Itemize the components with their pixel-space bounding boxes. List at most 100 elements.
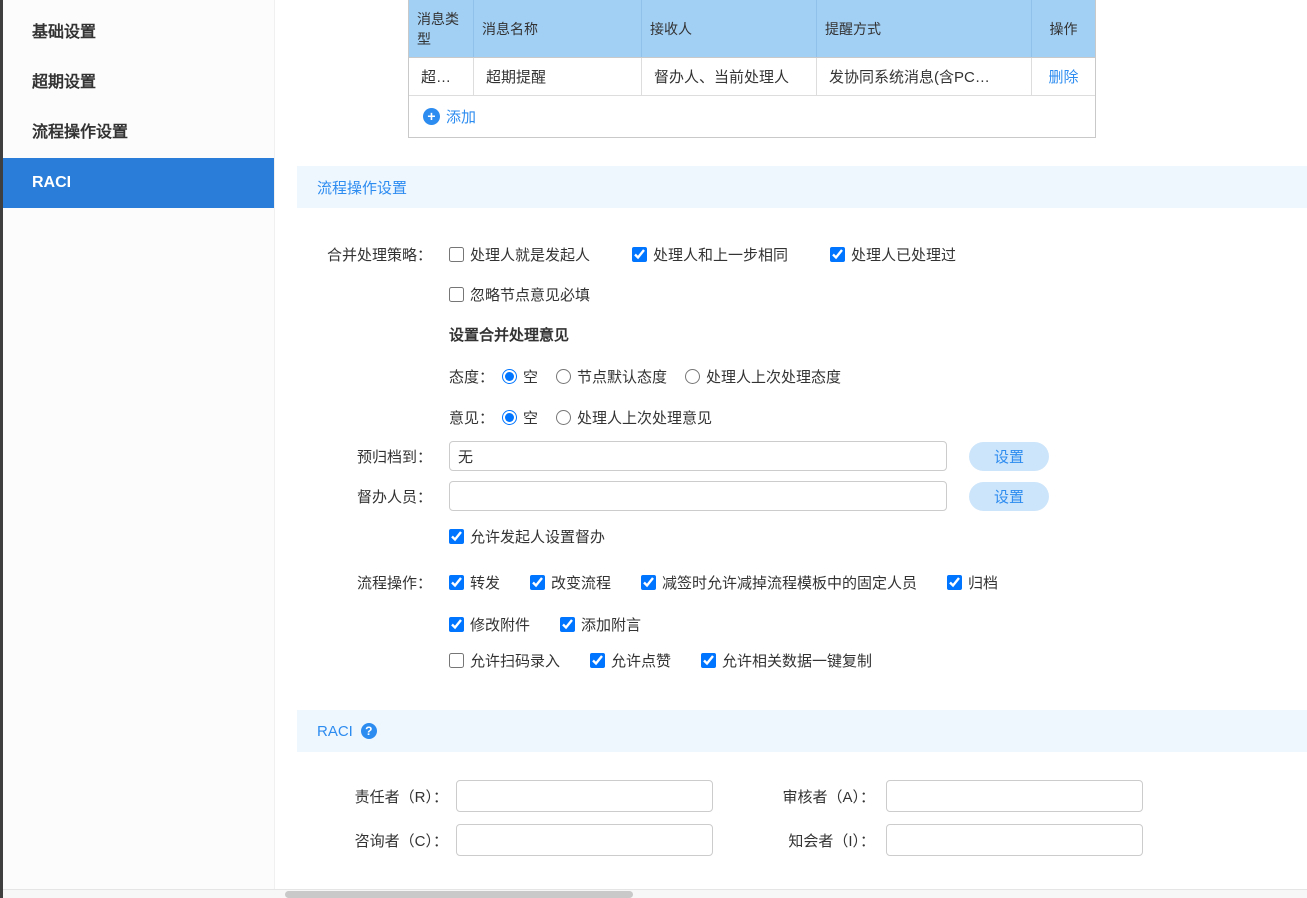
table-header-message-name: 消息名称: [474, 0, 642, 57]
checkbox-allow-scan-entry-input[interactable]: [449, 653, 464, 668]
table-header-remind-method: 提醒方式: [817, 0, 1032, 57]
merge-strategy-label: 合并处理策略：: [297, 244, 449, 265]
raci-informed-label: 知会者（I）：: [713, 830, 886, 851]
checkbox-label: 处理人和上一步相同: [653, 244, 788, 265]
checkbox-reduce-sign-fixed-members-input[interactable]: [641, 575, 656, 590]
checkbox-ignore-node-opinion-required-input[interactable]: [449, 287, 464, 302]
raci-form: 责任者（R）： 审核者（A）： 咨询者（C）： 知会者（I）：: [276, 780, 1307, 856]
checkbox-label: 添加附言: [581, 614, 641, 635]
scrollbar-thumb[interactable]: [285, 891, 633, 898]
section-title-process-operations: 流程操作设置: [317, 177, 407, 198]
checkbox-handler-is-initiator-input[interactable]: [449, 247, 464, 262]
checkbox-label: 允许扫码录入: [470, 650, 560, 671]
radio-label: 处理人上次处理态度: [706, 366, 841, 387]
raci-accountable-input[interactable]: [886, 780, 1143, 812]
checkbox-handler-already-handled[interactable]: 处理人已处理过: [830, 244, 956, 265]
checkbox-modify-attachment[interactable]: 修改附件: [449, 614, 530, 635]
radio-attitude-empty[interactable]: 空: [502, 366, 538, 387]
checkbox-allow-one-click-copy[interactable]: 允许相关数据一键复制: [701, 650, 872, 671]
supervisor-row: 督办人员： 设置: [297, 481, 1307, 511]
checkbox-label: 处理人就是发起人: [470, 244, 590, 265]
supervisor-set-button[interactable]: 设置: [969, 482, 1049, 511]
checkbox-label: 忽略节点意见必填: [470, 284, 590, 305]
table-header-receiver: 接收人: [642, 0, 817, 57]
cell-remind-method: 发协同系统消息(含PC…: [817, 58, 1032, 95]
delete-link-label[interactable]: 删除: [1048, 66, 1078, 87]
delete-link[interactable]: 删除: [1032, 58, 1095, 95]
checkbox-add-postscript-input[interactable]: [560, 617, 575, 632]
checkbox-allow-one-click-copy-input[interactable]: [701, 653, 716, 668]
supervisor-input[interactable]: [449, 481, 947, 511]
process-operations-form: 合并处理策略： 处理人就是发起人 处理人和上一步相同 处理人已处理过: [276, 243, 1307, 671]
checkbox-forward-input[interactable]: [449, 575, 464, 590]
help-icon[interactable]: ?: [361, 723, 377, 739]
supervisor-label: 督办人员：: [297, 486, 449, 507]
radio-attitude-last-handled[interactable]: 处理人上次处理态度: [685, 366, 841, 387]
radio-opinion-empty[interactable]: 空: [502, 407, 538, 428]
checkbox-modify-attachment-input[interactable]: [449, 617, 464, 632]
message-reminder-table: 消息类型 消息名称 接收人 提醒方式 操作 超… 超期提醒 督办人、当前处理人 …: [408, 0, 1096, 138]
attitude-row: 态度： 空 节点默认态度 处理人上次处理态度: [297, 365, 1307, 387]
checkbox-handler-is-initiator[interactable]: 处理人就是发起人: [449, 244, 590, 265]
raci-row-1: 责任者（R）： 审核者（A）：: [297, 780, 1307, 812]
radio-attitude-last-handled-input[interactable]: [685, 369, 700, 384]
radio-label: 空: [523, 366, 538, 387]
radio-attitude-empty-input[interactable]: [502, 369, 517, 384]
checkbox-label: 允许点赞: [611, 650, 671, 671]
main-content: 消息类型 消息名称 接收人 提醒方式 操作 超… 超期提醒 督办人、当前处理人 …: [276, 0, 1307, 898]
checkbox-ignore-node-opinion-required[interactable]: 忽略节点意见必填: [449, 284, 590, 305]
checkbox-allow-like-input[interactable]: [590, 653, 605, 668]
sidebar-item-basic-settings[interactable]: 基础设置: [0, 8, 274, 58]
raci-responsible-label: 责任者（R）：: [297, 786, 456, 807]
radio-attitude-node-default[interactable]: 节点默认态度: [556, 366, 667, 387]
process-operations-label: 流程操作：: [297, 572, 449, 593]
checkbox-archive[interactable]: 归档: [947, 572, 998, 593]
sidebar-item-process-operation-settings[interactable]: 流程操作设置: [0, 108, 274, 158]
checkbox-label: 转发: [470, 572, 500, 593]
raci-informed-input[interactable]: [886, 824, 1143, 856]
sidebar-item-overdue-settings[interactable]: 超期设置: [0, 58, 274, 108]
checkbox-add-postscript[interactable]: 添加附言: [560, 614, 641, 635]
radio-attitude-node-default-input[interactable]: [556, 369, 571, 384]
radio-opinion-empty-input[interactable]: [502, 410, 517, 425]
prearchive-label: 预归档到：: [297, 446, 449, 467]
checkbox-label: 改变流程: [551, 572, 611, 593]
checkbox-handler-same-as-previous-input[interactable]: [632, 247, 647, 262]
process-operations-row-3: 允许扫码录入 允许点赞 允许相关数据一键复制: [297, 649, 1307, 671]
raci-responsible-input[interactable]: [456, 780, 713, 812]
checkbox-change-process-input[interactable]: [530, 575, 545, 590]
section-header-raci: RACI ?: [297, 710, 1307, 752]
left-edge-strip: [0, 0, 3, 898]
checkbox-forward[interactable]: 转发: [449, 572, 500, 593]
cell-message-type: 超…: [409, 58, 474, 95]
checkbox-label: 允许发起人设置督办: [470, 526, 605, 547]
cell-receiver: 督办人、当前处理人: [642, 58, 817, 95]
prearchive-set-button[interactable]: 设置: [969, 442, 1049, 471]
merge-strategy-row: 合并处理策略： 处理人就是发起人 处理人和上一步相同 处理人已处理过: [297, 243, 1307, 265]
checkbox-allow-scan-entry[interactable]: 允许扫码录入: [449, 650, 560, 671]
add-row-button[interactable]: + 添加: [409, 95, 1095, 137]
radio-opinion-last-handled-input[interactable]: [556, 410, 571, 425]
allow-initiator-supervise-row: 允许发起人设置督办: [297, 525, 1307, 547]
raci-consulted-input[interactable]: [456, 824, 713, 856]
checkbox-allow-initiator-supervise-input[interactable]: [449, 529, 464, 544]
checkbox-reduce-sign-fixed-members[interactable]: 减签时允许减掉流程模板中的固定人员: [641, 572, 917, 593]
checkbox-label: 处理人已处理过: [851, 244, 956, 265]
checkbox-archive-input[interactable]: [947, 575, 962, 590]
sidebar-item-raci[interactable]: RACI: [0, 158, 274, 208]
checkbox-change-process[interactable]: 改变流程: [530, 572, 611, 593]
checkbox-handler-same-as-previous[interactable]: 处理人和上一步相同: [632, 244, 788, 265]
table-header-action: 操作: [1032, 0, 1095, 57]
checkbox-handler-already-handled-input[interactable]: [830, 247, 845, 262]
table-header-row: 消息类型 消息名称 接收人 提醒方式 操作: [409, 0, 1095, 57]
radio-opinion-last-handled[interactable]: 处理人上次处理意见: [556, 407, 712, 428]
checkbox-allow-like[interactable]: 允许点赞: [590, 650, 671, 671]
attitude-label: 态度：: [449, 366, 494, 387]
checkbox-allow-initiator-supervise[interactable]: 允许发起人设置督办: [449, 526, 605, 547]
raci-consulted-label: 咨询者（C）：: [297, 830, 456, 851]
prearchive-input[interactable]: [449, 441, 947, 471]
horizontal-scrollbar[interactable]: [0, 889, 1307, 898]
checkbox-label: 修改附件: [470, 614, 530, 635]
workflow-settings-page: 基础设置 超期设置 流程操作设置 RACI 消息类型 消息名称 接收人 提醒方式…: [0, 0, 1307, 898]
process-operations-row-1: 流程操作： 转发 改变流程 减签时允许减掉流程模板中的固定人员 归档: [297, 571, 1307, 593]
